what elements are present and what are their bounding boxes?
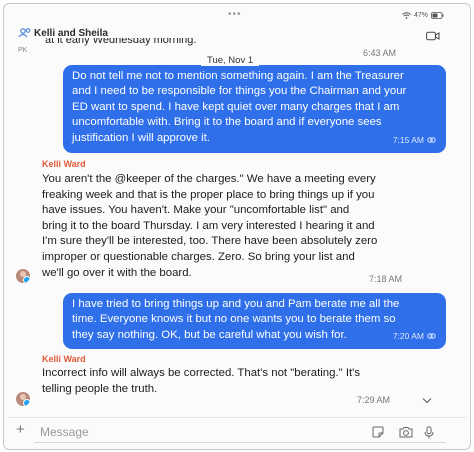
message-line: You aren't the @keeper of the charges." … — [42, 173, 376, 185]
date-divider: Tue, Nov 1 — [201, 55, 260, 66]
message-line: ED want to spend. I have kept quiet over… — [72, 100, 400, 113]
read-receipt-icon — [427, 333, 436, 339]
message-line: I have tried to bring things up and you … — [72, 298, 400, 310]
composer-divider — [8, 417, 466, 418]
avatar[interactable] — [16, 269, 30, 283]
message-line: they say nothing. OK, but be careful wha… — [72, 328, 347, 341]
message-line: freaking week and that is the proper pla… — [42, 188, 375, 201]
participant-initials: PK — [18, 47, 28, 54]
message-line: Do not tell me not to mention something … — [72, 70, 404, 82]
chat-window: ••• 47% Kelli and Sheila PK at it early … — [3, 3, 471, 450]
window-grabber[interactable]: ••• — [228, 9, 242, 20]
battery-percent: 47% — [413, 12, 428, 19]
plus-icon[interactable]: + — [16, 421, 25, 438]
message-line: and I need to be responsible for things … — [72, 85, 407, 98]
message-line: improper or questionable charges. Zero. … — [42, 250, 355, 263]
chevron-down-icon[interactable] — [422, 397, 432, 404]
read-receipt-icon — [427, 137, 436, 143]
message-line: have issues. You haven't. Make your "unc… — [42, 204, 350, 217]
camera-icon[interactable] — [399, 426, 413, 438]
status-bar: 47% — [402, 12, 444, 19]
group-avatar-icon[interactable] — [18, 26, 32, 40]
message-time: 7:29 AM — [357, 395, 391, 405]
message-time: 7:20 AM — [392, 330, 424, 341]
sender-name[interactable]: Kelli Ward — [42, 159, 86, 169]
message-line: bring it to the board Thursday. I am ver… — [42, 219, 375, 232]
message-time: 7:15 AM — [392, 134, 424, 145]
message-placeholder: Message — [40, 425, 89, 439]
message-line: uncomfortable with. Bring it to the boar… — [72, 116, 382, 129]
previous-message-time: 6:43 AM — [363, 48, 397, 58]
message-input[interactable] — [34, 422, 446, 443]
message-time: 7:18 AM — [369, 274, 403, 284]
incoming-message[interactable]: Incorrect info will always be corrected.… — [42, 366, 360, 397]
outgoing-message[interactable]: I have tried to bring things up and you … — [63, 293, 446, 349]
message-meta: 7:15 AM — [393, 133, 436, 148]
wifi-icon — [402, 12, 411, 19]
message-line: time. Everyone knows it but no one wants… — [72, 313, 396, 326]
outgoing-message[interactable]: Do not tell me not to mention something … — [63, 65, 446, 153]
sticker-icon[interactable] — [372, 426, 384, 438]
video-icon[interactable] — [426, 31, 440, 41]
message-line: I'm sure they'll be interested, too. The… — [42, 235, 378, 248]
battery-icon — [431, 12, 444, 19]
message-line: we'll go over it with the board. — [42, 266, 192, 279]
sender-name[interactable]: Kelli Ward — [42, 354, 86, 364]
message-line: justification I will approve it. — [72, 131, 211, 144]
incoming-message[interactable]: You aren't the @keeper of the charges." … — [42, 172, 377, 281]
message-meta: 7:20 AM — [393, 329, 436, 344]
avatar[interactable] — [16, 392, 30, 406]
previous-message-text: at it early Wednesday morning. — [45, 38, 197, 46]
message-line: Incorrect info will always be corrected.… — [42, 367, 361, 379]
microphone-icon[interactable] — [424, 426, 434, 439]
message-line: telling people the truth. — [42, 382, 158, 395]
